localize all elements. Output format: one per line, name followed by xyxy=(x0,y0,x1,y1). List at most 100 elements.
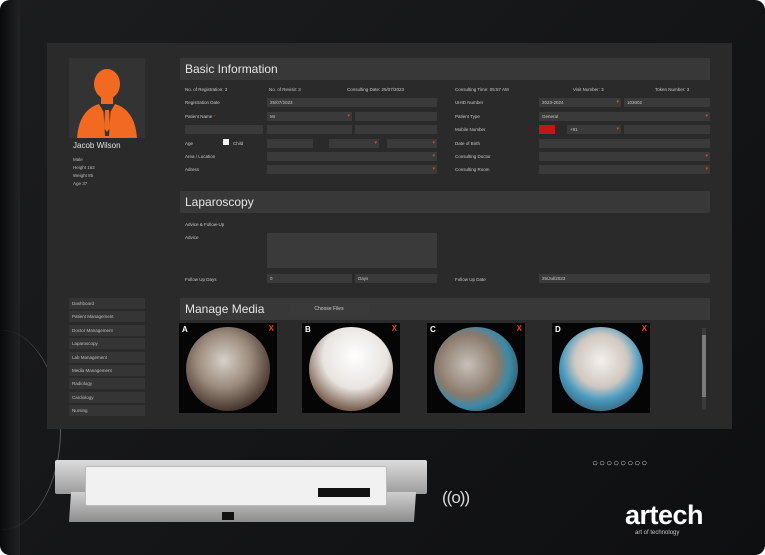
child-label: Child xyxy=(233,141,244,146)
brand-logo: artech xyxy=(625,500,704,530)
close-icon[interactable]: X xyxy=(269,324,274,333)
name-title-value: Mr xyxy=(270,114,276,119)
chevron-down-icon: ▾ xyxy=(347,113,350,119)
media-letter: A xyxy=(182,325,188,334)
last-name-field[interactable] xyxy=(267,125,352,134)
patient-gender: Male xyxy=(73,157,83,162)
country-flag-icon[interactable] xyxy=(539,125,555,134)
sidebar-item-radiology[interactable]: Radiology xyxy=(69,378,145,390)
followup-date-label: Follow Up Date xyxy=(455,277,486,282)
consulting-room-select[interactable]: ▾ xyxy=(539,165,710,174)
uhid-year-select[interactable]: 2023-2024 ▾ xyxy=(539,98,621,107)
keyboard xyxy=(85,466,387,506)
touchpad xyxy=(318,488,370,497)
sidebar-item-doctor-management[interactable]: Doctor Management xyxy=(69,324,145,336)
advice-label: Advice xyxy=(185,235,199,240)
followup-unit-field[interactable]: Days xyxy=(355,274,437,283)
area-label: Area / Location xyxy=(185,154,216,159)
laparoscopy-header: Laparoscopy xyxy=(180,191,710,213)
user-icon xyxy=(69,58,145,138)
followup-days-field[interactable]: 0 xyxy=(267,274,352,283)
patient-age: Age 37 xyxy=(73,181,88,186)
advice-followup-label: Advice & Follow-Up xyxy=(185,222,225,227)
first-name-field[interactable] xyxy=(355,112,437,121)
patient-name-label-text: Patient Name xyxy=(185,114,213,119)
tray-latch xyxy=(222,512,234,520)
followup-days-label: Follow Up Days xyxy=(185,277,217,282)
advice-textarea[interactable] xyxy=(267,233,437,268)
middle-name-field[interactable] xyxy=(185,125,263,134)
sidebar-item-media-management[interactable]: Media Management xyxy=(69,364,145,376)
age-years-field[interactable] xyxy=(267,139,313,148)
registration-count: No. of Registration: 3 xyxy=(185,87,228,92)
dob-field[interactable] xyxy=(539,139,710,148)
token-number: Token Number: 3 xyxy=(655,87,690,92)
endoscopy-image xyxy=(434,327,518,411)
sidebar-item-cardiology[interactable]: Cardiology xyxy=(69,391,145,403)
media-thumbnail-d[interactable]: D X xyxy=(552,323,650,413)
patient-weight: Weight 85 xyxy=(73,173,94,178)
patient-avatar xyxy=(69,58,145,138)
choose-files-button[interactable]: Choose Files xyxy=(289,304,369,315)
media-thumbnail-a[interactable]: A X xyxy=(179,323,277,413)
sidebar-item-dashboard[interactable]: Dashboard xyxy=(69,298,145,309)
medical-cart-device: Jacob Wilson Male Height 162 Weight 85 A… xyxy=(0,0,765,555)
consulting-doctor-select[interactable]: ▾ xyxy=(539,152,710,161)
port-indicators: ○○○○○○○○ xyxy=(592,458,649,469)
close-icon[interactable]: X xyxy=(517,324,522,333)
followup-date-field[interactable]: 25/Jul/2023 xyxy=(539,274,710,283)
media-letter: C xyxy=(430,325,436,334)
patient-type-select[interactable]: General ▾ xyxy=(539,112,710,121)
endoscopy-image xyxy=(186,327,270,411)
sidebar-item-lab-management[interactable]: Lab Management xyxy=(69,351,145,363)
chevron-down-icon: ▾ xyxy=(432,140,435,146)
revisit-count: No. of Revisit: 3 xyxy=(269,87,301,92)
brand-tagline: art of technology xyxy=(635,530,680,536)
age-days-select[interactable]: ▾ xyxy=(387,139,437,148)
close-icon[interactable]: X xyxy=(642,324,647,333)
chevron-down-icon: ▾ xyxy=(432,166,435,172)
address-label: Adress xyxy=(185,167,200,172)
registration-date-field[interactable]: 25/07/2023 xyxy=(267,98,437,107)
visit-number: Visit Number: 3 xyxy=(573,87,604,92)
media-letter: D xyxy=(555,325,561,334)
dob-label: Date of Birth xyxy=(455,141,481,146)
required-marker: * xyxy=(213,114,216,119)
manage-media-header: Manage Media xyxy=(180,298,710,320)
child-checkbox[interactable] xyxy=(223,139,229,145)
close-icon[interactable]: X xyxy=(392,324,397,333)
endoscopy-image xyxy=(559,327,643,411)
name-title-select[interactable]: Mr ▾ xyxy=(267,112,352,121)
name-extra-field[interactable] xyxy=(355,125,437,134)
country-code-select[interactable]: +91 ▾ xyxy=(567,125,621,134)
app-screen: Jacob Wilson Male Height 162 Weight 85 A… xyxy=(47,43,732,429)
chevron-down-icon: ▾ xyxy=(374,140,377,146)
sidebar-item-laparoscopy[interactable]: Laparoscopy xyxy=(69,338,145,350)
media-thumbnail-c[interactable]: C X xyxy=(427,323,525,413)
area-select[interactable]: ▾ xyxy=(267,152,437,161)
patient-name: Jacob Wilson xyxy=(73,141,121,150)
media-thumbnail-b[interactable]: B X xyxy=(302,323,400,413)
chevron-down-icon: ▾ xyxy=(616,126,619,132)
age-months-select[interactable]: ▾ xyxy=(329,139,379,148)
age-label: Age xyxy=(185,141,194,146)
chevron-down-icon: ▾ xyxy=(432,153,435,159)
chevron-down-icon: ▾ xyxy=(705,113,708,119)
patient-height: Height 162 xyxy=(73,165,95,170)
media-letter: B xyxy=(305,325,311,334)
uhid-year-value: 2023-2024 xyxy=(542,100,564,105)
consulting-doctor-label: Consulting Doctor xyxy=(455,154,491,159)
endoscopy-image xyxy=(309,327,393,411)
chevron-down-icon: ▾ xyxy=(616,99,619,105)
media-scrollbar-thumb[interactable] xyxy=(702,335,706,397)
chevron-down-icon: ▾ xyxy=(705,153,708,159)
uhid-number-field[interactable]: 103002 xyxy=(624,98,710,107)
mobile-number-field[interactable] xyxy=(624,125,710,134)
consulting-room-label: Consulting Room xyxy=(455,167,490,172)
basic-info-header: Basic Information xyxy=(180,58,710,80)
uhid-label: UHID Number xyxy=(455,100,484,105)
address-field[interactable]: ▾ xyxy=(267,165,437,174)
patient-type-value: General xyxy=(542,114,559,119)
sidebar-item-nursing[interactable]: Nursing xyxy=(69,405,145,417)
sidebar-item-patient-management[interactable]: Patient Management xyxy=(69,311,145,323)
